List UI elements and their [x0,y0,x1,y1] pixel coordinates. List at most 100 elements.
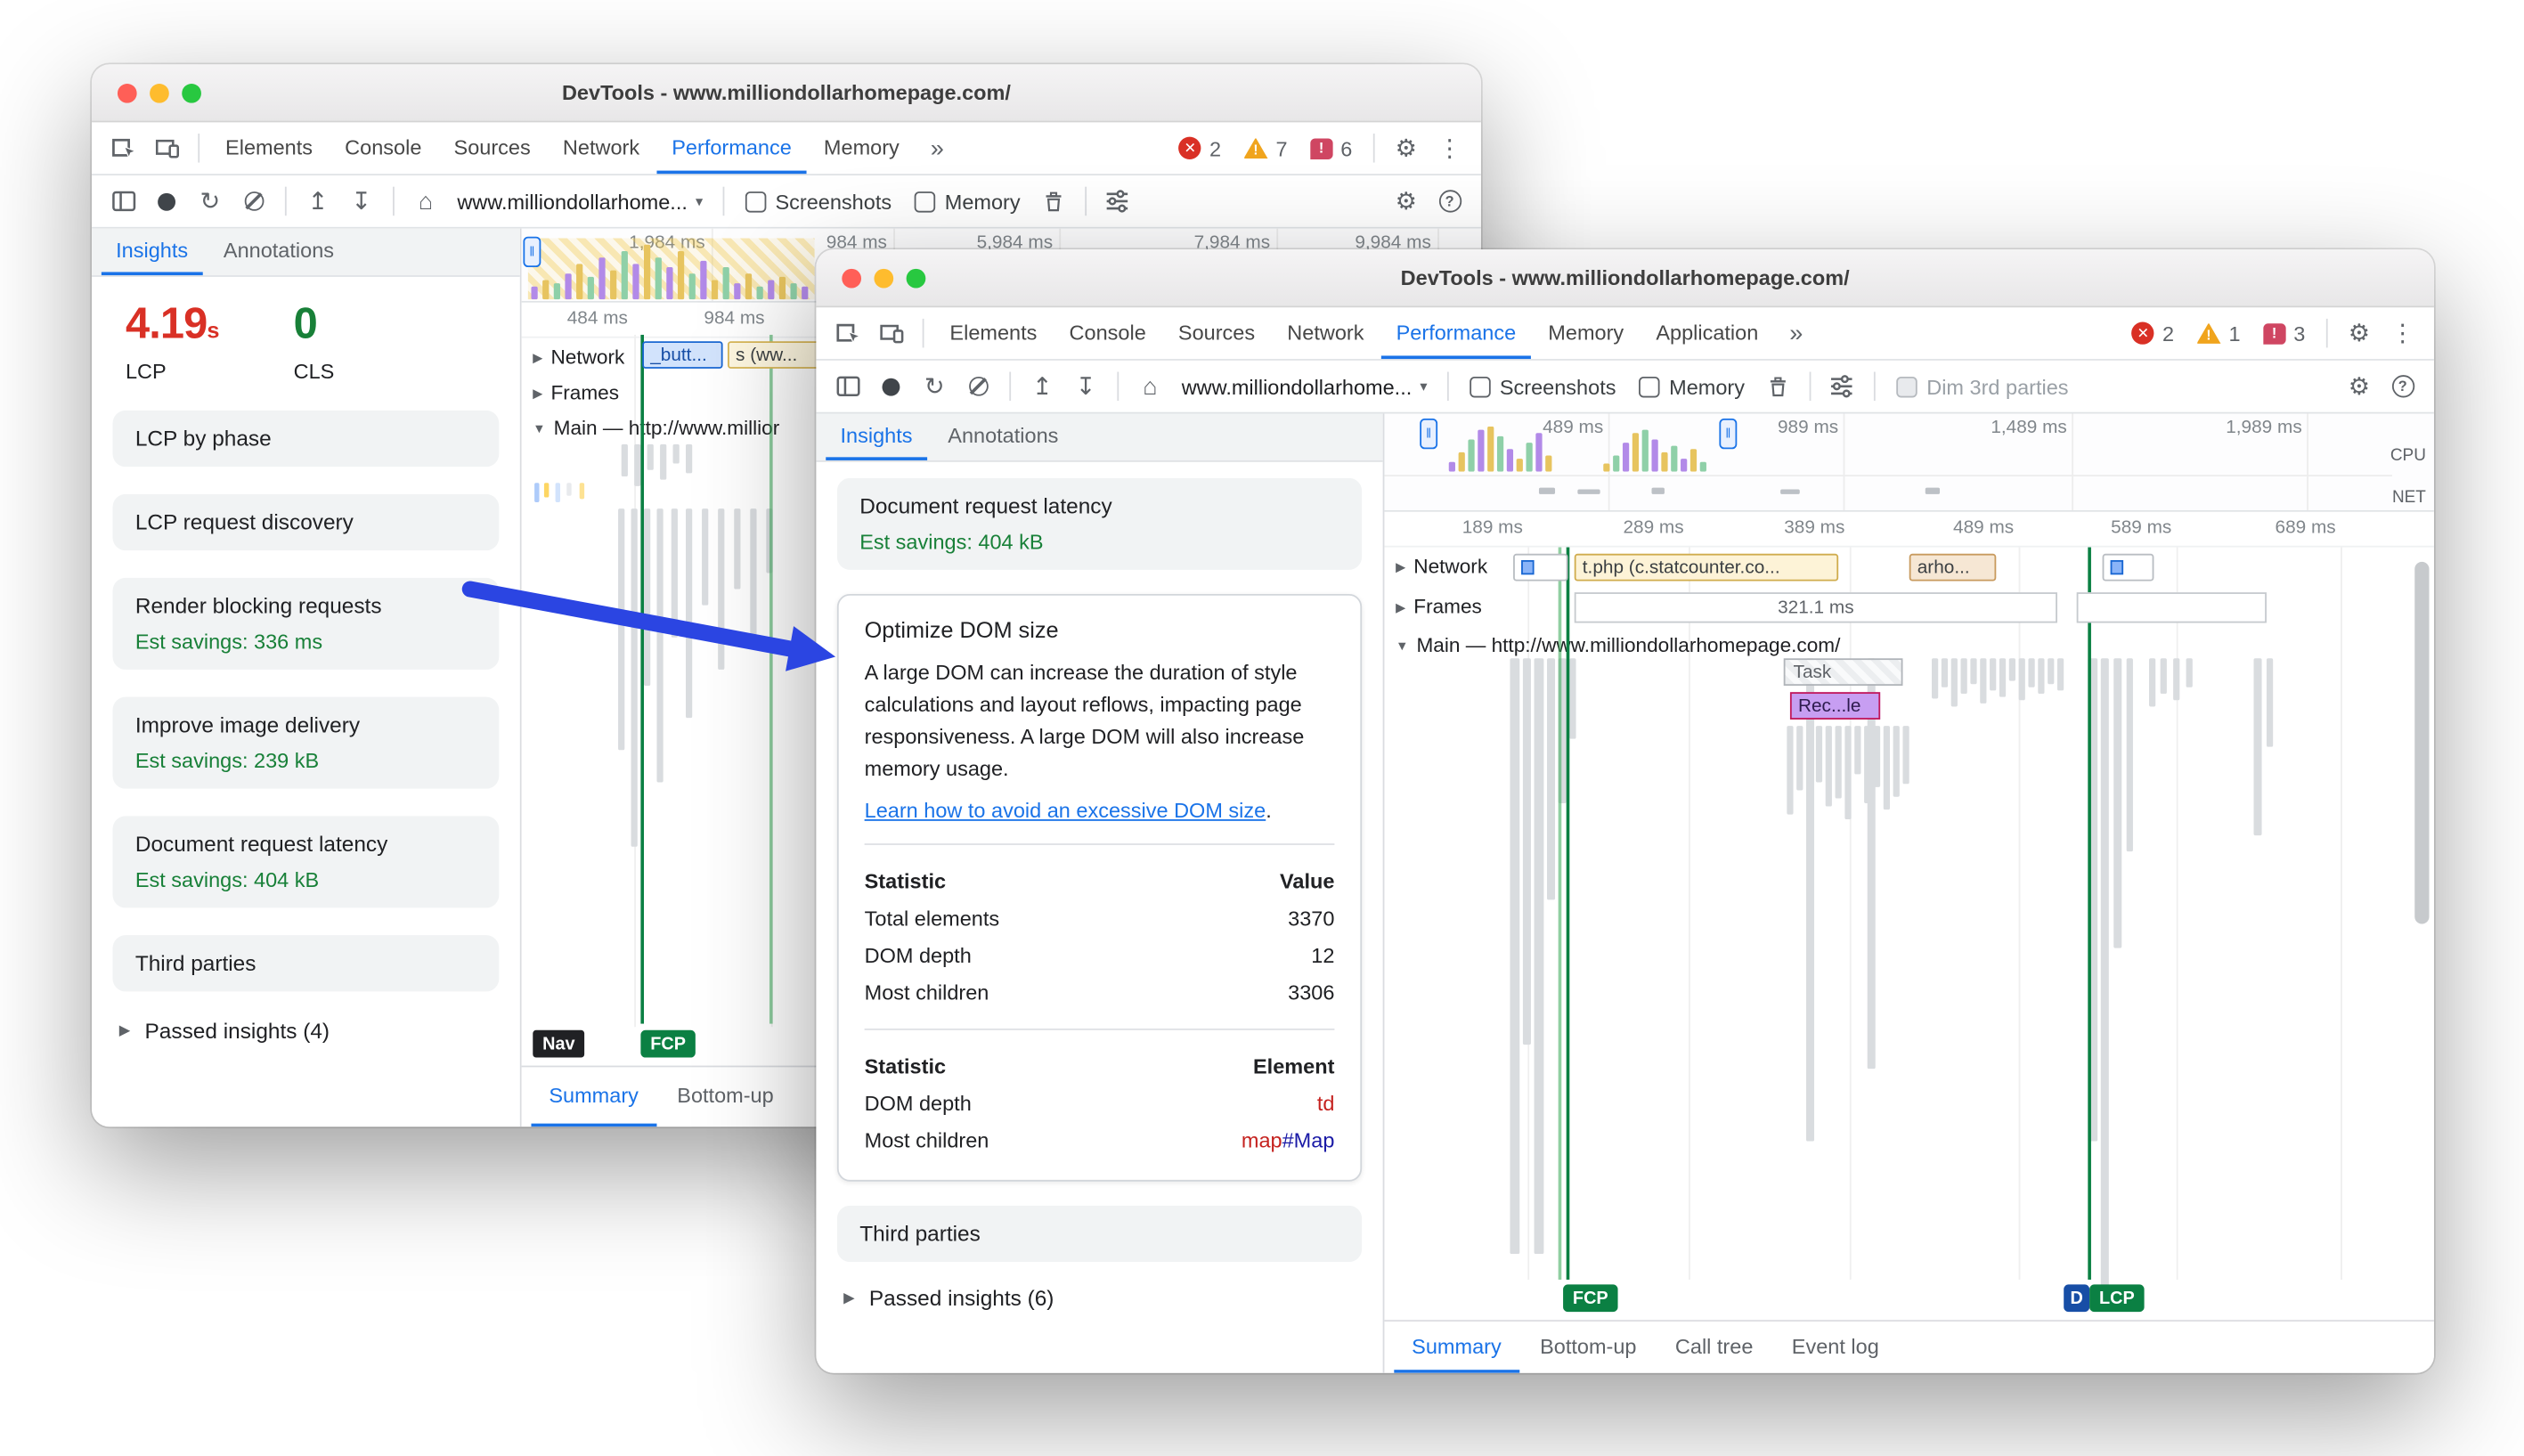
overview-range-handle[interactable]: ‖ [523,236,541,268]
disclosure-triangle-icon[interactable]: ▶ [533,350,542,364]
tab-performance[interactable]: Performance [656,122,807,175]
insight-card-third-parties[interactable]: Third parties [112,935,500,992]
network-request-chip[interactable]: _butt... [642,341,723,369]
toggle-sidebar-icon[interactable] [103,181,143,221]
network-track[interactable]: ▶ Network [1384,548,1487,586]
record-button[interactable] [146,181,186,221]
tab-bottom-up[interactable]: Bottom-up [1522,1322,1654,1373]
error-badge[interactable]: ✕ 2 [2122,321,2184,346]
dcl-marker-badge[interactable]: D [2064,1284,2090,1313]
tab-annotations[interactable]: Annotations [209,229,349,275]
tab-elements[interactable]: Elements [211,122,328,174]
tab-network[interactable]: Network [1273,307,1379,359]
element-node-link[interactable]: td [1317,1091,1335,1115]
help-button[interactable]: ? [2382,366,2422,406]
flame-chart[interactable]: 489 ms 989 ms 1,489 ms 1,989 ms CPU NET [1384,413,2434,1321]
network-request-chip[interactable]: t.php (c.statcounter.co... [1574,553,1839,582]
disclosure-triangle-icon[interactable]: ▼ [533,421,545,435]
fcp-marker-badge[interactable]: FCP [640,1029,696,1058]
dim-third-parties-checkbox[interactable]: Dim 3rd parties [1886,374,2078,398]
main-thread-track[interactable]: ▼ Main — http://www.millior [522,409,779,447]
close-button[interactable] [842,268,862,289]
error-badge[interactable]: ✕ 2 [1169,136,1231,160]
download-profile-icon[interactable]: ↧ [1066,366,1106,406]
disclosure-triangle-icon[interactable]: ▼ [1396,639,1408,653]
element-node-link[interactable]: map#Map [1242,1127,1335,1151]
origin-select[interactable]: www.milliondollarhome... ▾ [1174,374,1436,398]
screenshots-checkbox[interactable]: Screenshots [735,189,901,213]
device-toolbar-icon[interactable] [871,313,911,354]
frames-track[interactable]: ▶ Frames [1384,588,1482,626]
reload-record-button[interactable]: ↻ [915,366,955,406]
tab-application[interactable]: Application [1641,307,1773,359]
origin-select[interactable]: www.milliondollarhome... ▾ [449,189,711,213]
passed-insights-toggle[interactable]: ▶ Passed insights (4) [113,1019,500,1043]
memory-checkbox[interactable]: Memory [905,189,1030,213]
tab-elements[interactable]: Elements [935,307,1052,359]
tab-insights[interactable]: Insights [826,414,927,460]
titlebar[interactable]: DevTools - www.milliondollarhomepage.com… [92,64,1481,123]
fullscreen-button[interactable] [182,83,201,103]
insight-card-image-delivery[interactable]: Improve image delivery Est savings: 239 … [112,696,500,789]
network-request-chip[interactable]: s (ww... [727,341,828,369]
network-request-chip[interactable] [1513,553,1568,582]
clear-button[interactable] [957,366,997,406]
network-request-chip[interactable]: arho... [1909,553,1997,582]
inspect-element-icon[interactable] [827,313,867,354]
home-icon[interactable]: ⌂ [405,181,445,221]
cls-metric[interactable]: 0 CLS [294,299,335,383]
dom-size-doc-link[interactable]: Learn how to avoid an excessive DOM size [865,798,1266,822]
garbage-collect-icon[interactable] [1033,181,1073,221]
tab-summary[interactable]: Summary [1394,1322,1519,1373]
settings-gear-icon[interactable]: ⚙ [1386,128,1426,168]
tab-memory[interactable]: Memory [810,122,914,174]
memory-checkbox[interactable]: Memory [1629,374,1755,398]
record-button[interactable] [871,366,911,406]
timeline-overview[interactable]: 489 ms 989 ms 1,489 ms 1,989 ms CPU NET [1384,413,2434,512]
throttling-sliders-icon[interactable] [1822,366,1862,406]
settings-gear-icon[interactable]: ⚙ [2339,313,2379,354]
lcp-marker-badge[interactable]: LCP [2089,1284,2145,1313]
tab-annotations[interactable]: Annotations [933,414,1073,460]
toggle-sidebar-icon[interactable] [827,366,867,406]
tab-call-tree[interactable]: Call tree [1657,1322,1771,1373]
reload-record-button[interactable]: ↻ [190,181,230,221]
insight-card-doc-request-latency[interactable]: Document request latency Est savings: 40… [836,477,1363,570]
tab-bottom-up[interactable]: Bottom-up [659,1067,791,1127]
tab-sources[interactable]: Sources [1164,307,1270,359]
frame-duration-block[interactable] [2076,592,2267,623]
insight-card-third-parties[interactable]: Third parties [836,1205,1363,1262]
download-profile-icon[interactable]: ↧ [341,181,381,221]
tab-summary[interactable]: Summary [531,1067,656,1127]
disclosure-triangle-icon[interactable]: ▶ [533,386,542,400]
minimize-button[interactable] [150,83,169,103]
more-tabs-icon[interactable]: » [917,128,957,168]
tab-performance[interactable]: Performance [1381,307,1531,360]
throttling-sliders-icon[interactable] [1097,181,1137,221]
minimize-button[interactable] [874,268,894,289]
issues-badge[interactable]: ! 3 [2253,321,2315,346]
tab-network[interactable]: Network [549,122,655,174]
disclosure-triangle-icon[interactable]: ▶ [1396,559,1405,573]
fcp-marker-badge[interactable]: FCP [1563,1284,1618,1313]
insight-card-doc-request-latency[interactable]: Document request latency Est savings: 40… [112,816,500,908]
inspect-element-icon[interactable] [103,128,143,168]
help-button[interactable]: ? [1429,181,1470,221]
garbage-collect-icon[interactable] [1757,366,1797,406]
titlebar[interactable]: DevTools - www.milliondollarhomepage.com… [816,249,2434,308]
overview-range-handle[interactable]: ‖ [1420,418,1438,450]
capture-settings-gear-icon[interactable]: ⚙ [1386,181,1426,221]
passed-insights-toggle[interactable]: ▶ Passed insights (6) [837,1285,1362,1309]
vertical-scrollbar[interactable] [2414,561,2430,924]
tab-sources[interactable]: Sources [439,122,545,174]
tab-memory[interactable]: Memory [1534,307,1638,359]
capture-settings-gear-icon[interactable]: ⚙ [2339,366,2379,406]
frame-duration-block[interactable]: 321.1 ms [1574,592,2057,623]
task-event-chip[interactable]: Task [1783,658,1903,686]
issues-badge[interactable]: ! 6 [1300,136,1362,160]
kebab-menu-icon[interactable]: ⋮ [1429,128,1470,168]
warning-badge[interactable]: ! 1 [2187,321,2251,346]
home-icon[interactable]: ⌂ [1130,366,1170,406]
tab-insights[interactable]: Insights [101,229,203,276]
upload-profile-icon[interactable]: ↥ [297,181,338,221]
